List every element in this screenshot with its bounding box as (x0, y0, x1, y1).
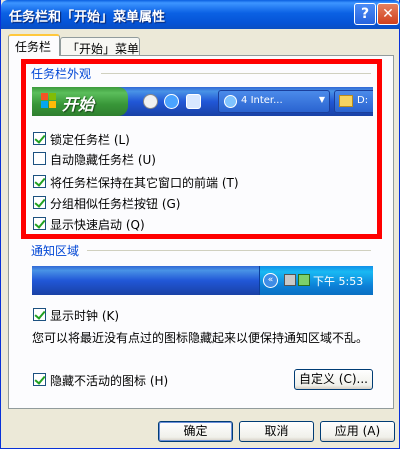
ie-task-count: 4 (241, 95, 248, 106)
window-title: 任务栏和「开始」菜单属性 (9, 10, 166, 25)
windows-logo-icon (41, 93, 57, 109)
auto-hide-label: 自动隐藏任务栏 (U) (50, 153, 156, 167)
taskbar-ie-task: 4 Inter... ▼ (218, 90, 330, 113)
notification-description: 您可以将最近没有点过的图标隐藏起来以便保持通知区域不乱。 (32, 331, 369, 345)
dropdown-arrow-icon: ▼ (318, 95, 325, 104)
help-button[interactable]: ? (354, 3, 376, 25)
quick-launch-checkbox[interactable] (33, 217, 46, 230)
ok-button[interactable]: 确定 (158, 421, 233, 442)
media-player-icon (143, 94, 158, 109)
title-bar[interactable]: 任务栏和「开始」菜单属性 ? ✕ (1, 0, 400, 29)
ie-task-label: Inter... (250, 95, 283, 106)
group-buttons-checkbox[interactable] (33, 196, 46, 209)
notification-group-title: 通知区域 (31, 244, 80, 258)
ie-icon (164, 94, 179, 109)
folder-task-label: D: (357, 95, 369, 106)
dialog-window: 任务栏和「开始」菜单属性 ? ✕ 任务栏 「开始」菜单 任务栏外观 开始 4 I… (0, 0, 400, 449)
tab-start-menu-label: 「开始」菜单 (67, 42, 140, 56)
cancel-button[interactable]: 取消 (239, 421, 314, 442)
notification-preview: « 下午 5:53 (32, 266, 373, 295)
start-button-preview: 开始 (32, 87, 128, 116)
taskbar-folder-task: D: (334, 90, 373, 113)
start-label: 开始 (62, 95, 95, 114)
ie-alt-icon (186, 94, 201, 109)
group-buttons-label: 分组相似任务栏按钮 (G) (50, 197, 181, 211)
tab-start-menu[interactable]: 「开始」菜单 (60, 37, 140, 57)
notification-group-line (87, 250, 371, 251)
show-clock-checkbox[interactable] (33, 308, 46, 321)
taskbar-preview: 开始 4 Inter... ▼ D: (32, 87, 373, 116)
appearance-group-title: 任务栏外观 (31, 67, 92, 81)
apply-button[interactable]: 应用 (A) (320, 421, 395, 442)
tab-taskbar-label: 任务栏 (15, 40, 52, 54)
hide-inactive-label: 隐藏不活动的图标 (H) (50, 374, 169, 388)
lock-taskbar-label: 锁定任务栏 (L) (50, 133, 130, 147)
show-clock-label: 显示时钟 (K) (50, 309, 120, 323)
clock-text: 下午 5:53 (313, 275, 364, 288)
tab-taskbar[interactable]: 任务栏 (8, 34, 60, 56)
customize-button[interactable]: 自定义 (C)... (294, 369, 373, 390)
quick-launch-label: 显示快速启动 (Q) (50, 218, 145, 232)
network-icon (284, 274, 296, 286)
volume-icon (298, 274, 310, 286)
appearance-group-line (101, 73, 371, 74)
close-button[interactable]: ✕ (377, 3, 399, 25)
ie-task-icon (224, 95, 237, 108)
keep-on-top-label: 将任务栏保持在其它窗口的前端 (T) (50, 176, 239, 190)
folder-icon (339, 95, 353, 107)
keep-on-top-checkbox[interactable] (33, 175, 46, 188)
lock-taskbar-checkbox[interactable] (33, 132, 46, 145)
auto-hide-checkbox[interactable] (33, 152, 46, 165)
tray-chevron-icon: « (263, 273, 278, 288)
system-tray-preview: « 下午 5:53 (259, 266, 373, 295)
hide-inactive-checkbox[interactable] (33, 373, 46, 386)
